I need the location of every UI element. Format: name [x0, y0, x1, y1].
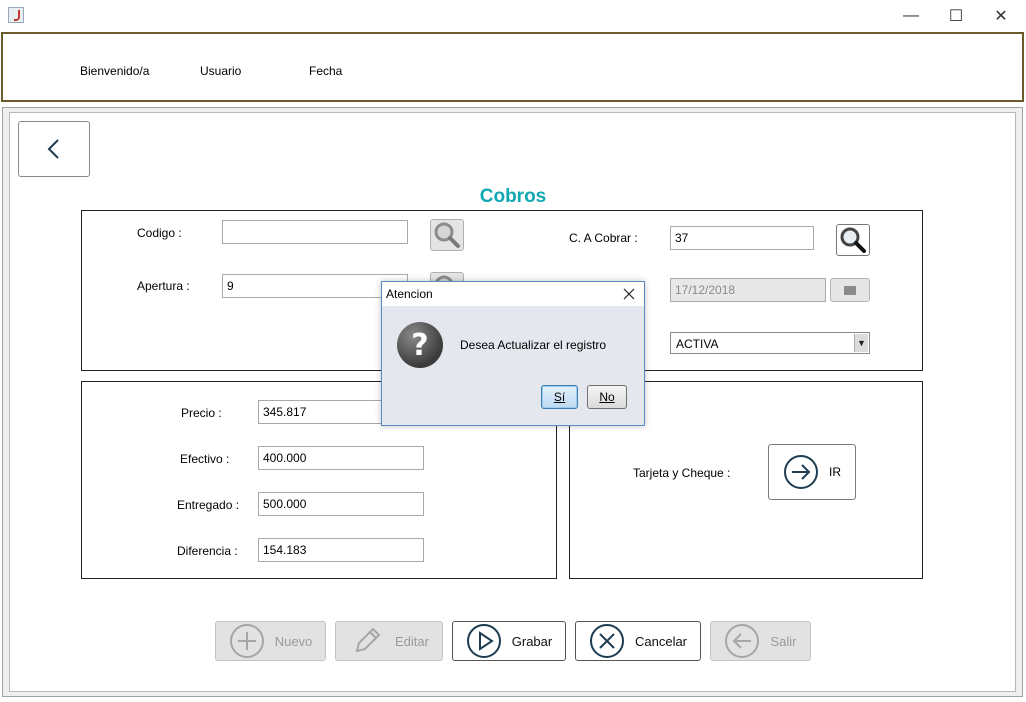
- nuevo-button[interactable]: Nuevo: [215, 621, 326, 661]
- diferencia-label: Diferencia :: [177, 544, 238, 558]
- tarjeta-label: Tarjeta y Cheque :: [633, 466, 731, 480]
- window-titlebar: — ☐ ✕: [0, 0, 1026, 31]
- estado-value: ACTIVA: [676, 337, 719, 351]
- efectivo-label: Efectivo :: [180, 452, 230, 466]
- date-label: Fecha: [309, 64, 343, 78]
- chevron-left-icon: [47, 139, 59, 159]
- welcome-label: Bienvenido/a: [80, 64, 150, 78]
- salir-label: Salir: [770, 633, 797, 649]
- close-window-button[interactable]: ✕: [978, 0, 1024, 31]
- entregado-label: Entregado :: [177, 498, 240, 512]
- ir-button[interactable]: IR: [768, 444, 856, 500]
- plus-circle-icon: [229, 624, 264, 658]
- page-title: Cobros: [479, 186, 547, 207]
- ir-label: IR: [829, 465, 841, 479]
- estado-select[interactable]: ACTIVA ▼: [670, 332, 870, 354]
- codigo-label: Codigo :: [137, 226, 182, 240]
- grabar-button[interactable]: Grabar: [452, 621, 566, 661]
- play-circle-icon: [466, 624, 501, 658]
- entregado-field[interactable]: 500.000: [258, 492, 424, 516]
- no-button[interactable]: No: [587, 385, 627, 409]
- header-panel: Bienvenido/a Usuario Fecha: [1, 32, 1024, 102]
- minimize-button[interactable]: —: [888, 0, 934, 31]
- salir-button[interactable]: Salir: [710, 621, 811, 661]
- dialog-close-button[interactable]: [618, 285, 640, 303]
- arrow-right-circle-icon: [784, 455, 818, 489]
- cobrar-label: C. A Cobrar :: [569, 231, 638, 245]
- dialog-titlebar: Atencion: [382, 282, 644, 306]
- x-circle-icon: [589, 624, 624, 658]
- arrow-left-circle-icon: [725, 624, 760, 658]
- maximize-button[interactable]: ☐: [933, 0, 979, 31]
- cobrar-field[interactable]: 37: [670, 226, 814, 250]
- magnifier-icon: [434, 222, 460, 248]
- precio-label: Precio :: [181, 406, 222, 420]
- pencil-icon: [355, 627, 381, 653]
- editar-label: Editar: [395, 633, 429, 649]
- editar-button[interactable]: Editar: [335, 621, 443, 661]
- dialog-message: Desea Actualizar el registro: [460, 338, 607, 352]
- fecha-field: 17/12/2018: [670, 278, 826, 302]
- cancelar-button[interactable]: Cancelar: [575, 621, 701, 661]
- nuevo-label: Nuevo: [274, 633, 313, 649]
- cobrar-search-button[interactable]: [836, 224, 870, 256]
- java-app-icon: [8, 7, 24, 23]
- magnifier-icon: [840, 227, 866, 253]
- calendar-icon: [844, 285, 856, 295]
- close-icon: [623, 288, 635, 300]
- codigo-search-button[interactable]: [430, 219, 464, 251]
- yes-button[interactable]: Sí: [541, 385, 578, 409]
- codigo-field[interactable]: [222, 220, 408, 244]
- efectivo-field[interactable]: 400.000: [258, 446, 424, 470]
- dropdown-arrow-icon[interactable]: ▼: [854, 334, 868, 352]
- confirm-dialog: Atencion ? Desea Actualizar el registro …: [381, 281, 645, 426]
- user-label: Usuario: [200, 64, 242, 78]
- dialog-title: Atencion: [386, 287, 433, 301]
- diferencia-field[interactable]: 154.183: [258, 538, 424, 562]
- back-button[interactable]: [18, 121, 90, 177]
- cancelar-label: Cancelar: [634, 633, 688, 649]
- question-icon: ?: [397, 322, 443, 368]
- apertura-label: Apertura :: [137, 279, 190, 293]
- grabar-label: Grabar: [511, 633, 553, 649]
- calendar-button[interactable]: [830, 278, 870, 302]
